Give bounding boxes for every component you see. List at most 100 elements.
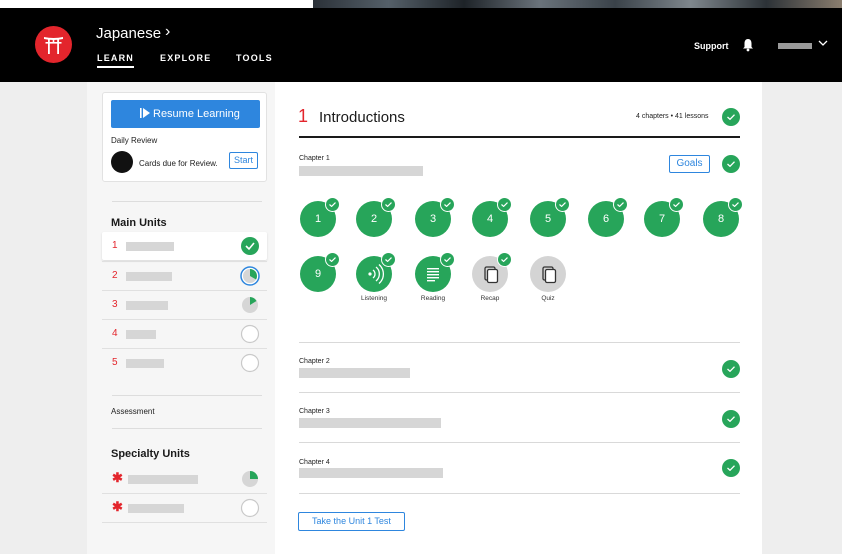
check-icon [497, 197, 512, 212]
quiz-activity-button[interactable] [530, 256, 566, 292]
app-header: Japanese › LEARN EXPLORE TOOLS Support [0, 8, 842, 82]
unit-number: 2 [112, 270, 118, 281]
chapter-1-label[interactable]: Chapter 1 [299, 155, 330, 162]
divider [299, 493, 740, 494]
goals-button[interactable]: Goals [669, 155, 710, 173]
unit-name-redacted [126, 301, 168, 310]
chapter-2-label[interactable]: Chapter 2 [299, 358, 330, 365]
listening-activity-button[interactable] [356, 252, 396, 292]
lesson-number: 4 [486, 213, 494, 225]
lesson-number: 3 [429, 213, 437, 225]
unit-name-redacted [126, 330, 156, 339]
quiz-icon [542, 266, 557, 284]
chevron-right-icon[interactable]: › [165, 23, 170, 41]
lesson-7-button[interactable]: 7 [644, 197, 684, 237]
lesson-number: 7 [658, 213, 666, 225]
quiz-label: Quiz [541, 295, 555, 302]
asterisk-icon: ✱ [112, 470, 123, 485]
divider [112, 428, 262, 429]
listening-label: Listening [360, 295, 388, 302]
unit-number: 1 [298, 106, 309, 126]
unit-title: Introductions [319, 109, 405, 126]
lesson-number: 6 [602, 213, 610, 225]
chapter-complete-check-icon [722, 410, 740, 428]
lesson-number: 9 [314, 268, 322, 280]
chapter-title-redacted [299, 166, 423, 176]
unit-name-redacted [128, 504, 184, 513]
nav-learn[interactable]: LEARN [97, 53, 134, 68]
resume-learning-label: Resume Learning [153, 108, 240, 120]
resume-learning-button[interactable]: Resume Learning [111, 100, 260, 128]
chapter-3-label[interactable]: Chapter 3 [299, 408, 330, 415]
chevron-down-icon[interactable] [818, 38, 828, 51]
check-icon [555, 197, 570, 212]
chapter-4-label[interactable]: Chapter 4 [299, 459, 330, 466]
check-icon [728, 197, 743, 212]
specialty-units-title: Specialty Units [111, 448, 190, 460]
check-icon [325, 197, 340, 212]
main-panel: 1 Introductions 4 chapters • 41 lessons … [275, 82, 762, 554]
check-icon [497, 252, 512, 267]
chapter-complete-check-icon [722, 360, 740, 378]
unit-number: 3 [112, 299, 118, 310]
photo-banner-strip [313, 0, 842, 8]
lesson-1-button[interactable]: 1 [300, 197, 340, 237]
divider [299, 442, 740, 443]
check-icon [440, 252, 455, 267]
main-unit-1[interactable]: 1 [102, 232, 267, 260]
unit-name-redacted [126, 242, 174, 251]
lesson-number: 5 [544, 213, 552, 225]
chapter-title-redacted [299, 468, 443, 478]
daily-review-text: Cards due for Review. [139, 159, 218, 168]
lesson-6-button[interactable]: 6 [588, 197, 628, 237]
divider [299, 392, 740, 393]
main-unit-3[interactable]: 3 [102, 291, 267, 319]
progress-pie-icon [240, 266, 260, 286]
main-unit-5[interactable]: 5 [102, 349, 267, 377]
chapter-title-redacted [299, 368, 410, 378]
course-title[interactable]: Japanese [96, 25, 161, 42]
progress-pie-icon [242, 471, 258, 487]
progress-pie-icon [242, 297, 258, 313]
resume-card: Resume Learning Daily Review Cards due f… [102, 92, 267, 182]
torii-logo-icon[interactable] [35, 26, 72, 63]
assessment-link[interactable]: Assessment [111, 407, 155, 416]
check-icon [325, 252, 340, 267]
sidebar: Resume Learning Daily Review Cards due f… [87, 82, 275, 554]
support-link[interactable]: Support [694, 41, 729, 51]
lesson-3-button[interactable]: 3 [415, 197, 455, 237]
specialty-unit-2[interactable]: ✱ [102, 494, 267, 522]
bell-icon[interactable] [742, 38, 754, 57]
check-icon [613, 197, 628, 212]
daily-review-title: Daily Review [111, 136, 158, 145]
empty-circle-icon [240, 324, 260, 344]
nav-explore[interactable]: EXPLORE [160, 53, 211, 63]
heading-rule [299, 136, 740, 138]
lesson-2-button[interactable]: 2 [356, 197, 396, 237]
chapter-complete-check-icon [722, 459, 740, 477]
unit-name-redacted [128, 475, 198, 484]
lesson-5-button[interactable]: 5 [530, 197, 570, 237]
divider [102, 522, 267, 523]
nav-tools[interactable]: TOOLS [236, 53, 273, 63]
reading-activity-button[interactable] [415, 252, 455, 292]
main-unit-2[interactable]: 2 [102, 262, 267, 290]
unit-name-redacted [126, 272, 172, 281]
lesson-9-button[interactable]: 9 [300, 252, 340, 292]
main-unit-4[interactable]: 4 [102, 320, 267, 348]
check-icon [381, 197, 396, 212]
empty-circle-icon [240, 353, 260, 373]
lesson-number: 2 [370, 213, 378, 225]
divider [299, 342, 740, 343]
user-name-redacted[interactable] [778, 43, 812, 49]
lesson-8-button[interactable]: 8 [703, 197, 743, 237]
complete-check-icon [241, 237, 259, 255]
specialty-unit-1[interactable]: ✱ [102, 465, 267, 493]
lesson-4-button[interactable]: 4 [472, 197, 512, 237]
reading-label: Reading [420, 295, 446, 302]
empty-circle-icon [240, 498, 260, 518]
recap-activity-button[interactable] [472, 252, 512, 292]
start-review-button[interactable]: Start [229, 152, 258, 169]
take-unit-test-button[interactable]: Take the Unit 1 Test [298, 512, 405, 531]
unit-number: 1 [112, 240, 118, 251]
